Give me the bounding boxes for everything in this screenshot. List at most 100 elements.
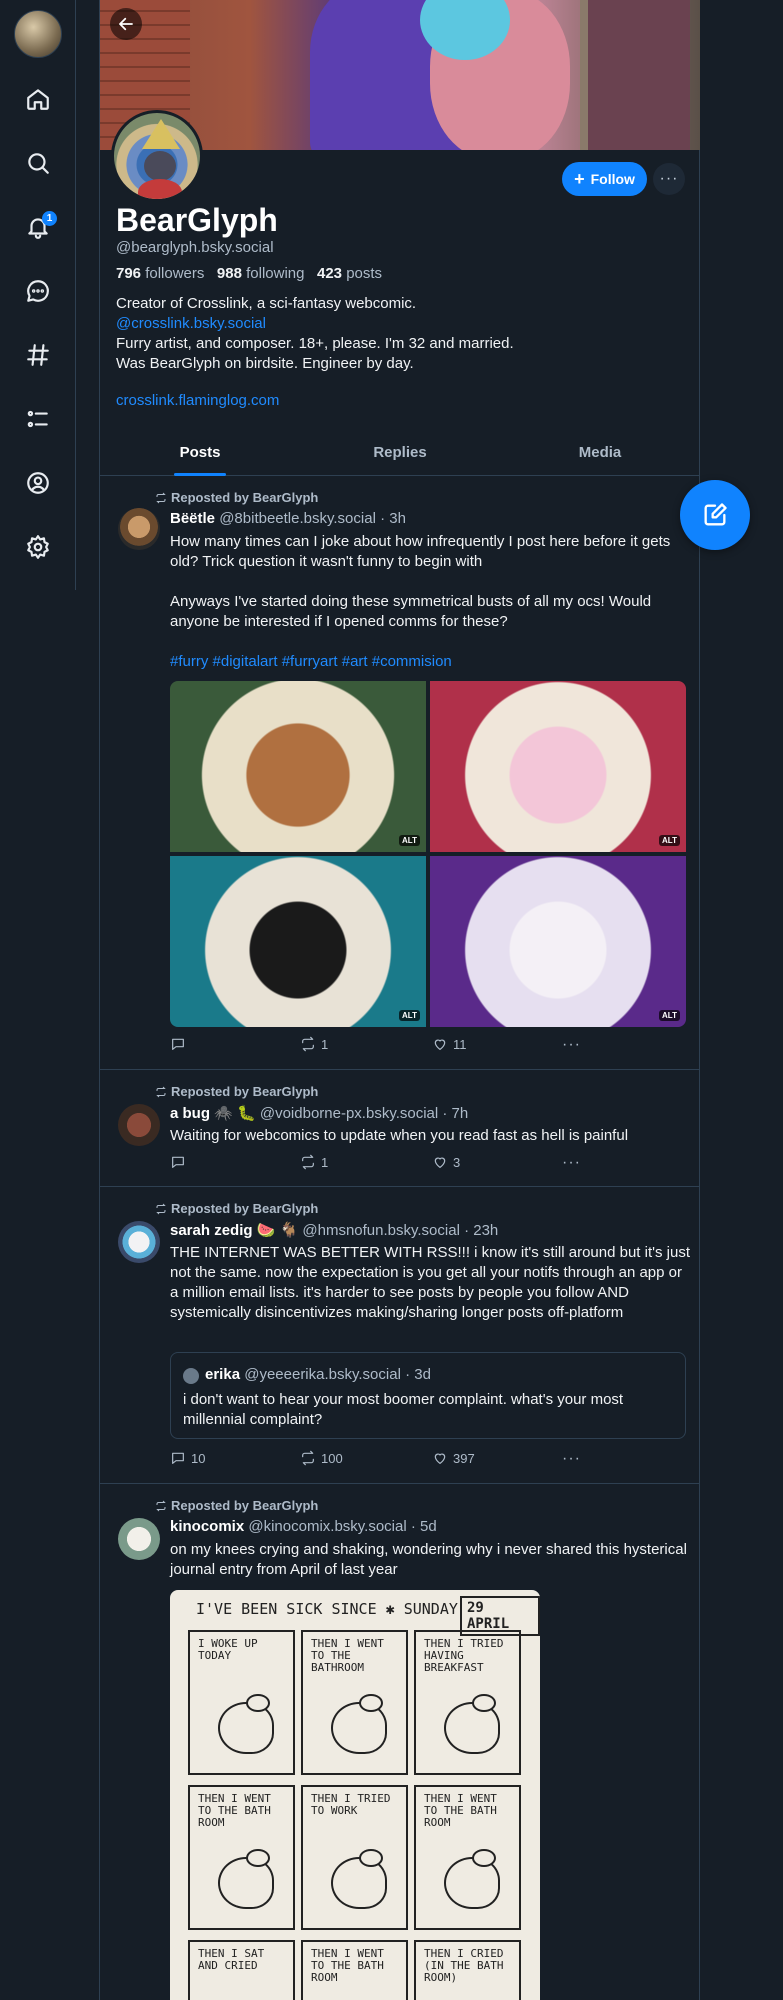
reply-button[interactable] [170, 1154, 191, 1170]
tab-posts[interactable]: Posts [100, 434, 300, 475]
profile-handle: @bearglyph.bsky.social [116, 239, 274, 256]
following-stat[interactable]: 988 following [217, 265, 305, 282]
post-image[interactable]: ALT [430, 681, 686, 852]
post-more-button[interactable]: ··· [562, 1450, 581, 1468]
like-button[interactable]: 397 [432, 1450, 475, 1466]
alt-badge[interactable]: ALT [399, 1010, 420, 1021]
quoted-post-header: erika @yeeeerika.bsky.social · 3d [205, 1366, 431, 1383]
bell-icon[interactable]: 1 [16, 205, 60, 249]
profile-stats: 796 followers 988 following 423 posts [116, 265, 382, 282]
repost-indicator: Reposted by BearGlyph [155, 1498, 318, 1513]
repost-button[interactable]: 1 [300, 1154, 328, 1170]
comic-panel: THEN I CRIED (IN THE BATH ROOM) [414, 1940, 521, 2000]
reply-button[interactable]: 10 [170, 1450, 205, 1466]
repost-icon [302, 1036, 314, 1052]
post-actions: 10 100 397 ··· [170, 1450, 580, 1470]
feed-post[interactable]: Reposted by BearGlyph Bëëtle @8bitbeetle… [100, 476, 700, 1070]
repost-indicator: Reposted by BearGlyph [155, 1201, 318, 1216]
comic-panel: THEN I SAT AND CRIED [188, 1940, 295, 2000]
hashtag-icon[interactable] [16, 333, 60, 377]
quoted-author-name: erika [205, 1366, 241, 1383]
post-time[interactable]: · 3h [380, 510, 406, 527]
like-button[interactable]: 11 [432, 1036, 467, 1052]
author-name[interactable]: Bëëtle [170, 510, 215, 527]
post-image[interactable]: ALT [170, 681, 426, 852]
alt-badge[interactable]: ALT [659, 1010, 680, 1021]
author-handle[interactable]: @hmsnofun.bsky.social [302, 1222, 460, 1239]
arrow-left-icon [119, 17, 133, 31]
repost-button[interactable]: 1 [300, 1036, 328, 1052]
bio-line: Creator of Crosslink, a sci-fantasy webc… [116, 295, 417, 312]
profile-bio: Creator of Crosslink, a sci-fantasy webc… [116, 294, 686, 374]
like-button[interactable]: 3 [432, 1154, 460, 1170]
comic-panel: THEN I WENT TO THE BATH ROOM [301, 1940, 408, 2000]
profile-icon[interactable] [16, 461, 60, 505]
avatar-face [144, 151, 176, 181]
post-header: sarah zedig 🍉 🐐 @hmsnofun.bsky.social · … [170, 1221, 498, 1239]
author-handle[interactable]: @voidborne-px.bsky.social [260, 1105, 438, 1122]
avatar-body [138, 179, 182, 199]
back-button[interactable] [110, 8, 142, 40]
post-image[interactable]: ALT [430, 856, 686, 1027]
post-text: How many times can I joke about how infr… [170, 532, 690, 672]
tab-replies[interactable]: Replies [300, 434, 500, 475]
post-header: kinocomix @kinocomix.bsky.social · 5d [170, 1518, 437, 1535]
reply-icon [172, 1156, 184, 1168]
current-user-avatar[interactable] [14, 10, 62, 58]
post-time[interactable]: · 23h [464, 1222, 498, 1239]
list-icon[interactable] [16, 397, 60, 441]
plus-icon: + [574, 169, 585, 189]
repost-button[interactable]: 100 [300, 1450, 343, 1466]
comic-panel: THEN I WENT TO THE BATHROOM [301, 1630, 408, 1775]
author-handle[interactable]: @8bitbeetle.bsky.social [219, 510, 376, 527]
website-link[interactable]: crosslink.flaminglog.com [116, 392, 279, 409]
comic-panel: THEN I TRIED TO WORK [301, 1785, 408, 1930]
profile-column: + Follow ··· BearGlyph @bearglyph.bsky.s… [99, 0, 700, 2000]
followers-stat[interactable]: 796 followers [116, 265, 204, 282]
bio-mention-link[interactable]: @crosslink.bsky.social [116, 314, 686, 334]
author-avatar[interactable] [118, 1518, 160, 1560]
repost-icon [156, 492, 166, 503]
author-name[interactable]: sarah zedig 🍉 🐐 [170, 1222, 298, 1239]
display-name: BearGlyph [116, 202, 278, 238]
compose-button[interactable] [680, 480, 750, 550]
feed-post[interactable]: Reposted by BearGlyph a bug 🕷️ 🐛 @voidbo… [100, 1070, 700, 1187]
chat-icon[interactable] [16, 269, 60, 313]
gear-icon[interactable] [16, 525, 60, 569]
repost-icon [156, 1086, 166, 1097]
author-avatar[interactable] [118, 508, 160, 550]
alt-badge[interactable]: ALT [659, 835, 680, 846]
post-more-button[interactable]: ··· [562, 1154, 581, 1172]
heart-icon [434, 1039, 446, 1050]
comic-image[interactable]: I'VE BEEN SICK SINCE ✱ SUNDAY 29 APRIL I… [170, 1590, 540, 2000]
author-name[interactable]: a bug 🕷️ 🐛 [170, 1105, 256, 1122]
more-options-button[interactable]: ··· [653, 163, 685, 195]
search-icon[interactable] [16, 141, 60, 185]
image-grid: ALT ALT ALT ALT [170, 681, 686, 1027]
post-hashtags[interactable]: #furry #digitalart #furryart #art #commi… [170, 652, 690, 672]
home-icon[interactable] [16, 77, 60, 121]
left-nav: 1 [0, 0, 76, 590]
tab-media[interactable]: Media [500, 434, 700, 475]
ellipsis-icon: ··· [659, 170, 679, 187]
author-name[interactable]: kinocomix [170, 1518, 244, 1535]
reply-button[interactable] [170, 1036, 191, 1052]
post-image[interactable]: ALT [170, 856, 426, 1027]
compose-icon [704, 503, 727, 526]
alt-badge[interactable]: ALT [399, 835, 420, 846]
quoted-post[interactable]: erika @yeeeerika.bsky.social · 3d i don'… [170, 1352, 686, 1439]
profile-avatar[interactable] [111, 110, 203, 202]
post-header: Bëëtle @8bitbeetle.bsky.social · 3h [170, 510, 406, 527]
repost-indicator: Reposted by BearGlyph [155, 1084, 318, 1099]
author-avatar[interactable] [118, 1221, 160, 1263]
author-handle[interactable]: @kinocomix.bsky.social [248, 1518, 406, 1535]
comic-panel: THEN I TRIED HAVING BREAKFAST [414, 1630, 521, 1775]
post-time[interactable]: · 7h [442, 1105, 468, 1122]
post-time[interactable]: · 5d [411, 1518, 437, 1535]
post-text: Waiting for webcomics to update when you… [170, 1127, 629, 1144]
post-more-button[interactable]: ··· [562, 1036, 581, 1054]
follow-button[interactable]: + Follow [562, 162, 647, 196]
author-avatar[interactable] [118, 1104, 160, 1146]
posts-stat: 423 posts [317, 265, 383, 282]
feed-post[interactable]: Reposted by BearGlyph sarah zedig 🍉 🐐 @h… [100, 1187, 700, 1484]
